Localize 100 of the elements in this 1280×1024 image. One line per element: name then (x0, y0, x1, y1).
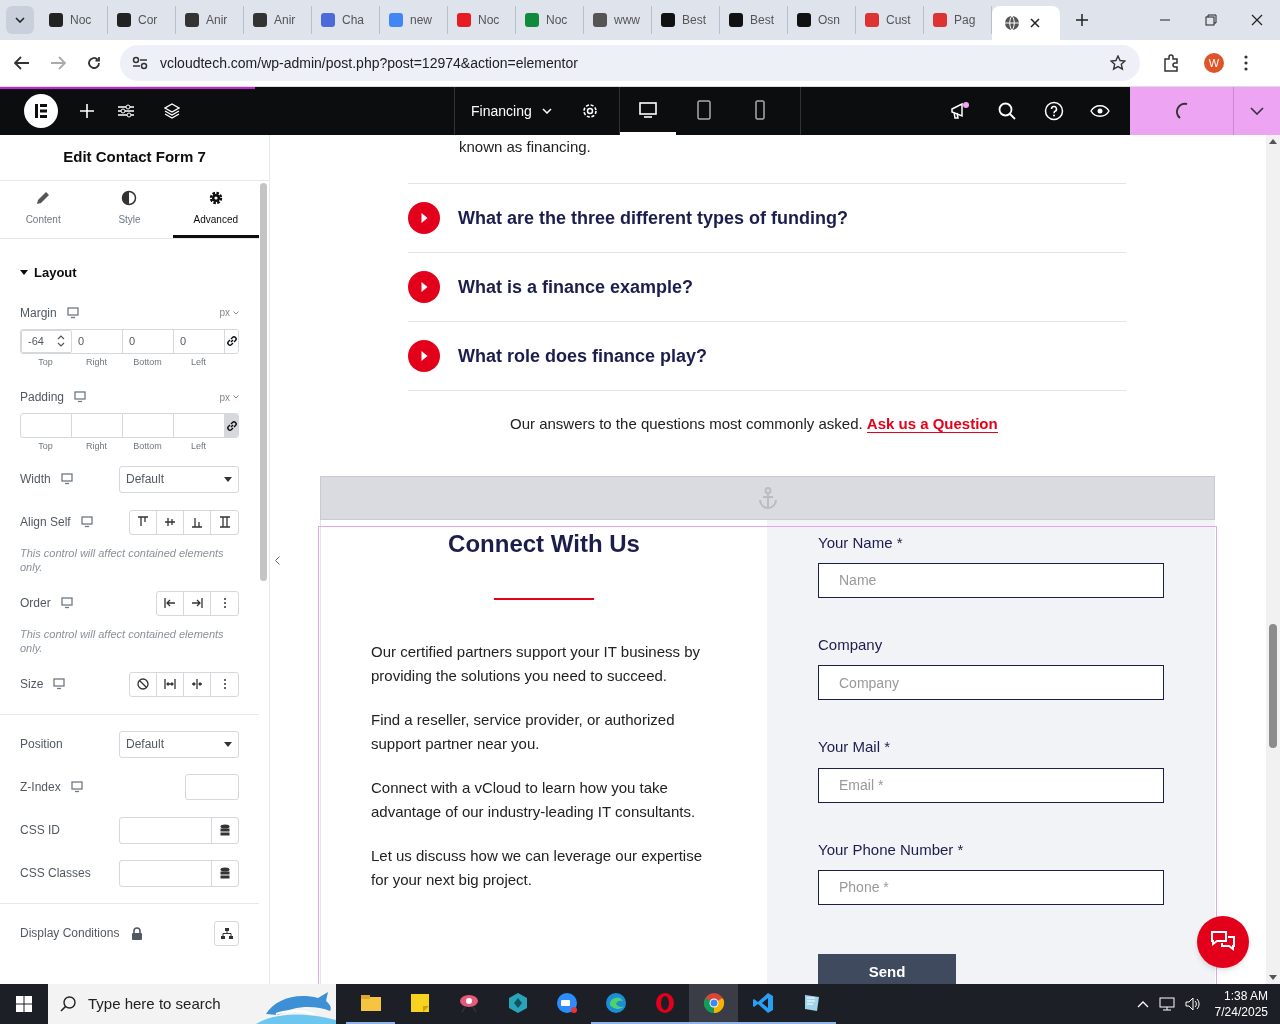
settings-icon[interactable] (581, 102, 599, 120)
back-icon[interactable] (14, 56, 30, 70)
send-button[interactable]: Send (818, 953, 956, 984)
browser-tab[interactable]: Cha (312, 6, 380, 34)
add-icon[interactable] (80, 104, 94, 118)
input-field[interactable]: Name (818, 563, 1164, 598)
taskbar-search-box[interactable]: Type here to search (48, 984, 336, 1024)
browser-tab[interactable]: Noc (448, 6, 516, 34)
scrollbar-thumb[interactable] (1269, 624, 1277, 748)
control-label: CSS Classes (20, 865, 91, 882)
profile-button[interactable]: W (1204, 53, 1224, 73)
network-icon[interactable] (1158, 997, 1175, 1011)
side-label: Right (85, 440, 108, 453)
layers-icon[interactable] (164, 103, 180, 119)
close-icon[interactable] (1030, 18, 1040, 28)
chevron-up-icon[interactable] (1136, 1000, 1149, 1008)
browser-tab[interactable]: www (584, 6, 652, 34)
site-icon (864, 12, 880, 28)
scrollbar-thumb[interactable] (260, 183, 267, 581)
tab-title: Noc (546, 12, 568, 29)
panel-tab[interactable]: Content (0, 181, 87, 238)
browser-tab[interactable]: Pag (924, 6, 992, 34)
input-field[interactable]: Phone * (818, 870, 1164, 905)
number-field[interactable]: 0 (123, 329, 174, 353)
address-bar[interactable]: vcloudtech.com/wp-admin/post.php?post=12974&action=elementor (120, 45, 1140, 81)
zoom-icon[interactable] (554, 991, 579, 1015)
browser-tab[interactable]: Noc (40, 6, 108, 34)
volume-icon[interactable] (1184, 997, 1201, 1011)
tab-title: www (614, 12, 640, 29)
faq-item[interactable]: What is a finance example? (408, 253, 1126, 322)
desktop-icon[interactable] (60, 597, 73, 609)
field-label: Company (818, 634, 883, 655)
input-field[interactable]: Email * (818, 767, 1164, 803)
desktop-icon[interactable] (80, 516, 93, 528)
number-field[interactable]: -64 (21, 329, 72, 353)
close-icon[interactable] (1251, 14, 1263, 26)
panel-tab[interactable]: Style (86, 181, 173, 238)
edge-icon[interactable] (603, 991, 628, 1015)
align-center-icon (164, 516, 176, 528)
control-label: Position (20, 736, 63, 753)
select-field[interactable]: Default (119, 730, 239, 758)
browser-tab[interactable]: Anir (244, 6, 312, 34)
star-icon[interactable] (1110, 55, 1126, 71)
browser-tab[interactable]: Osn (788, 6, 856, 34)
browser-tab[interactable]: Cust (856, 6, 924, 34)
unit-selector[interactable]: px (219, 305, 239, 320)
browser-tab[interactable]: Best (652, 6, 720, 34)
windows-start-icon[interactable] (16, 996, 32, 1012)
panel-tab[interactable]: Advanced (172, 181, 259, 238)
faq-item[interactable]: What are the three different types of funding? (408, 184, 1126, 253)
reload-icon[interactable] (86, 55, 102, 71)
display-conditions-button[interactable] (214, 920, 239, 946)
site-settings-icon[interactable] (132, 56, 148, 70)
desktop-icon[interactable] (60, 473, 73, 485)
eye-icon[interactable] (1090, 104, 1110, 118)
input-field[interactable]: Company (818, 665, 1164, 701)
faq-item[interactable]: What role does finance play? (408, 322, 1126, 391)
field-label: Your Phone Number * (818, 839, 964, 860)
megaphone-icon[interactable] (950, 101, 970, 121)
vscode-icon[interactable] (750, 991, 775, 1015)
desktop-icon[interactable] (70, 781, 83, 793)
section-toggle[interactable]: Layout (0, 263, 259, 283)
select-field[interactable]: Default (119, 465, 239, 493)
browser-tab[interactable]: Best (720, 6, 788, 34)
ask-question-link[interactable]: Ask us a Question (866, 415, 998, 433)
site-icon (728, 12, 744, 28)
elementor-logo-icon[interactable] (24, 94, 58, 128)
sliders-icon[interactable] (118, 104, 134, 118)
link-values-button[interactable] (225, 414, 238, 437)
desktop-icon[interactable] (53, 678, 66, 690)
paragraph-text: known as financing. (459, 137, 591, 157)
browser-tab[interactable]: Cor (108, 6, 176, 34)
link-values-button[interactable] (225, 329, 238, 353)
caret-down-icon (20, 270, 28, 276)
number-field[interactable]: 0 (72, 329, 123, 353)
desktop-icon[interactable] (66, 306, 79, 319)
scroll-up-icon[interactable] (1269, 139, 1277, 144)
search-icon (60, 996, 76, 1012)
site-icon (932, 12, 948, 28)
chrome-icon[interactable] (701, 991, 726, 1015)
help-icon[interactable] (1044, 101, 1064, 121)
restore-icon[interactable] (1205, 14, 1217, 26)
search-icon[interactable] (998, 102, 1016, 120)
extensions-icon[interactable] (1162, 54, 1180, 72)
tab-search-button[interactable] (6, 6, 34, 34)
chat-button[interactable] (1197, 916, 1249, 968)
play-circle-icon (408, 202, 440, 234)
clock[interactable]: 1:38 AM 7/24/2025 (1214, 988, 1268, 1020)
browser-tab[interactable]: Anir (176, 6, 244, 34)
page-title-dropdown[interactable]: Financing (471, 100, 552, 122)
scroll-down-icon[interactable] (1269, 975, 1277, 980)
move-end-icon (191, 597, 203, 609)
desktop-icon[interactable] (74, 391, 87, 403)
browser-tab[interactable] (992, 6, 1060, 40)
more-icon[interactable] (1244, 55, 1248, 71)
sitemap-icon (220, 927, 233, 939)
browser-tab[interactable]: Noc (516, 6, 584, 34)
unit-selector[interactable]: px (219, 389, 239, 405)
browser-tab[interactable]: new (380, 6, 448, 34)
new-tab-icon[interactable] (1076, 14, 1088, 26)
